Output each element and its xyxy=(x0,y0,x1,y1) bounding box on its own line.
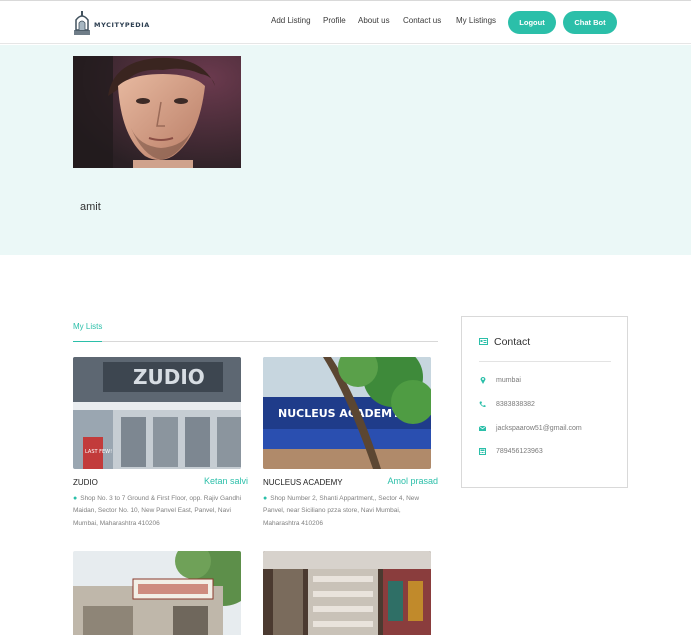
listing-card[interactable]: ZUDIO LAST FEW! ZUDIO Ketan salvi ● Shop … xyxy=(73,357,248,529)
contact-city: mumbai xyxy=(479,376,521,384)
listing-image[interactable]: NUCLEUS ACADEMY xyxy=(263,357,431,469)
listing-name[interactable]: NUCLEUS ACADEMY xyxy=(263,478,343,487)
map-pin-icon: ● xyxy=(263,495,268,502)
contact-fax: 789456123963 xyxy=(479,447,543,455)
store-badge: LAST FEW! xyxy=(85,449,112,455)
nav-about[interactable]: About us xyxy=(358,16,390,25)
address-card-icon xyxy=(479,336,488,348)
logo-text: MYCITYPEDIA xyxy=(94,21,150,29)
listing-owner: Ketan salvi xyxy=(203,476,248,486)
profile-avatar xyxy=(73,56,241,168)
listing-image[interactable] xyxy=(263,551,431,635)
listing-address-text: Shop Number 2, Shanti Appartment,, Secto… xyxy=(263,495,420,527)
phone-icon xyxy=(479,400,486,408)
site-logo[interactable]: MYCITYPEDIA xyxy=(73,9,153,37)
nav-contact[interactable]: Contact us xyxy=(403,16,441,25)
listing-card[interactable]: NUCLEUS ACADEMY NUCLEUS ACADEMY Amol pra… xyxy=(263,357,438,529)
fax-icon xyxy=(479,447,486,455)
listing-name[interactable]: ZUDIO xyxy=(73,478,98,487)
map-pin-icon xyxy=(479,376,486,384)
contact-email-text[interactable]: jackspaarow51@gmail.com xyxy=(496,425,582,432)
chatbot-button[interactable]: Chat Bot xyxy=(563,11,617,34)
listing-owner: Amol prasad xyxy=(387,476,438,486)
profile-username: amit xyxy=(80,201,101,213)
lists-tabs: My Lists xyxy=(73,322,438,342)
contact-divider xyxy=(479,361,611,362)
contact-fax-text: 789456123963 xyxy=(496,447,543,455)
nav-my-listings[interactable]: My Listings xyxy=(456,16,496,25)
contact-phone-text[interactable]: 8383838382 xyxy=(496,401,535,408)
site-header: MYCITYPEDIA Add Listing Profile About us… xyxy=(0,1,691,44)
listing-image[interactable]: ZUDIO LAST FEW! xyxy=(73,357,241,469)
contact-title: Contact xyxy=(479,336,530,348)
contact-heading: Contact xyxy=(494,336,531,348)
listing-card[interactable] xyxy=(263,551,438,635)
logout-button[interactable]: Logout xyxy=(508,11,556,34)
contact-card: Contact mumbai 8383838382 jackspaarow51@… xyxy=(461,316,628,488)
listing-card[interactable] xyxy=(73,551,248,635)
listing-address: ● Shop Number 2, Shanti Appartment,, Sect… xyxy=(263,493,438,530)
nav-add-listing[interactable]: Add Listing xyxy=(271,16,311,25)
contact-phone: 8383838382 xyxy=(479,400,535,408)
tab-my-lists[interactable]: My Lists xyxy=(73,322,103,342)
contact-email: jackspaarow51@gmail.com xyxy=(479,424,582,432)
map-pin-icon: ● xyxy=(73,495,78,502)
contact-city-text: mumbai xyxy=(496,376,521,384)
nav-profile[interactable]: Profile xyxy=(323,16,346,25)
listing-address: ● Shop No. 3 to 7 Ground & First Floor, o… xyxy=(73,493,248,530)
listing-image[interactable] xyxy=(73,551,241,635)
store-sign: ZUDIO xyxy=(133,365,205,389)
academy-sign: NUCLEUS ACADEMY xyxy=(278,407,401,420)
logo-monument-icon xyxy=(73,10,91,36)
envelope-icon xyxy=(479,424,486,432)
listing-address-text: Shop No. 3 to 7 Ground & First Floor, op… xyxy=(73,495,242,527)
